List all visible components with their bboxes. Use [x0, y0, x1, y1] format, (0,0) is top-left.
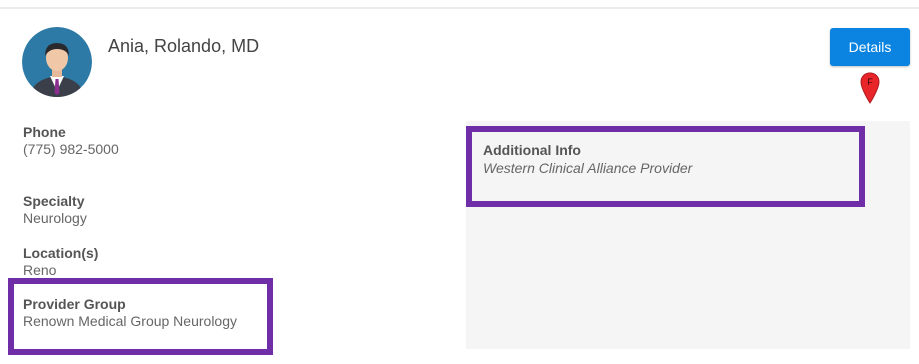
additional-info-box: Additional Info Western Clinical Allianc… — [466, 126, 865, 207]
provider-name: Ania, Rolando, MD — [108, 36, 260, 56]
specialty-value: Neurology — [23, 210, 87, 226]
map-pin-icon: F — [860, 72, 880, 104]
provider-group-highlight — [8, 278, 273, 355]
map-pin-label: F — [867, 77, 873, 87]
phone-field: Phone (775) 982-5000 — [23, 124, 119, 158]
additional-info-label: Additional Info — [483, 142, 581, 158]
additional-info-value: Western Clinical Alliance Provider — [483, 160, 693, 176]
specialty-field: Specialty Neurology — [23, 193, 87, 227]
phone-label: Phone — [23, 124, 66, 140]
locations-value: Reno — [23, 262, 57, 278]
locations-label: Location(s) — [23, 245, 99, 261]
map-pin[interactable]: F — [860, 72, 880, 104]
specialty-label: Specialty — [23, 193, 85, 209]
details-button[interactable]: Details — [830, 28, 910, 66]
avatar — [22, 27, 92, 97]
person-avatar-icon — [22, 27, 92, 97]
phone-value: (775) 982-5000 — [23, 141, 119, 157]
top-divider — [0, 7, 919, 9]
locations-field: Location(s) Reno — [23, 245, 98, 279]
